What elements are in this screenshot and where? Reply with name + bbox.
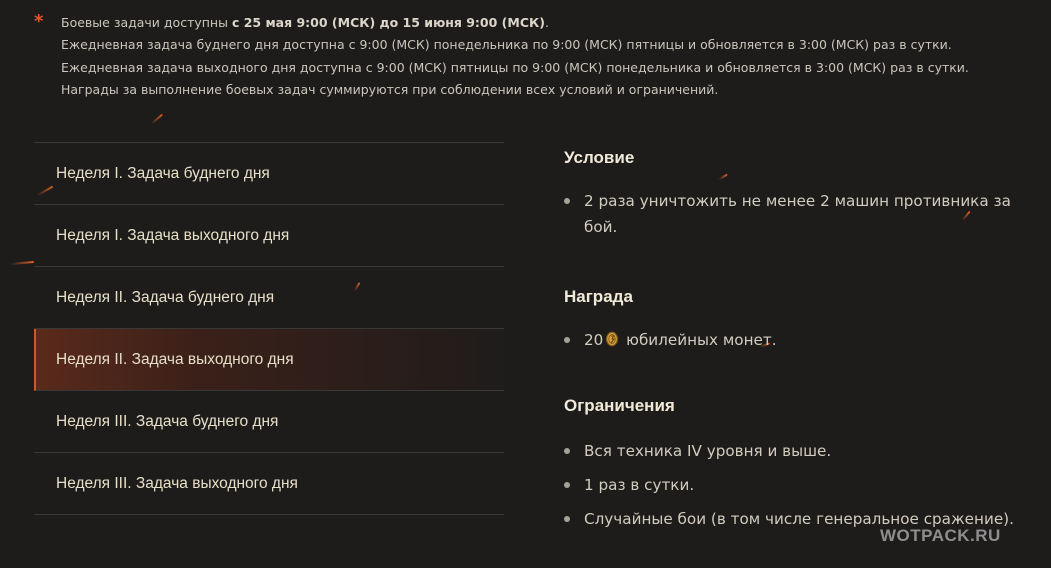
task-item-week2-weekend[interactable]: Неделя II. Задача выходного дня [34,329,504,391]
task-list: Неделя I. Задача буднего дня Неделя I. З… [34,142,504,515]
limit-item: 1 раз в сутки. [564,472,1034,498]
reward-amount: 20 [584,331,604,349]
task-item-label: Неделя I. Задача выходного дня [56,226,290,244]
condition-title: Условие [564,148,635,167]
task-item-label: Неделя III. Задача выходного дня [56,474,298,492]
limit-item: Вся техника IV уровня и выше. [564,438,1034,464]
ember-spark [9,260,35,266]
note-line-rewards: Награды за выполнение боевых задач сумми… [61,82,719,98]
condition-item: 2 раза уничтожить не менее 2 машин проти… [564,188,1034,240]
task-item-label: Неделя I. Задача буднего дня [56,164,270,182]
task-item-label: Неделя III. Задача буднего дня [56,412,279,430]
task-item-week1-weekday[interactable]: Неделя I. Задача буднего дня [34,143,504,205]
jubilee-coin-icon [605,329,619,347]
reward-title: Награда [564,287,633,306]
task-item-label: Неделя II. Задача буднего дня [56,288,275,306]
note-period-suffix: . [544,15,549,30]
task-item-week1-weekend[interactable]: Неделя I. Задача выходного дня [34,205,504,267]
task-item-week3-weekend[interactable]: Неделя III. Задача выходного дня [34,453,504,515]
note-line-weekend: Ежедневная задача выходного дня доступна… [61,59,969,75]
site-watermark: WOTPACK.RU [880,526,1001,545]
note-period-dates: с 25 мая 9:00 (МСК) до 15 июня 9:00 (МСК… [231,15,545,30]
reward-text: юбилейных монет. [626,331,777,349]
note-line-period: Боевые задачи доступны с 25 мая 9:00 (МС… [61,12,1024,34]
note-asterisk: * [34,11,44,32]
task-item-week2-weekday[interactable]: Неделя II. Задача буднего дня [34,267,504,329]
note-period-prefix: Боевые задачи доступны [61,15,232,30]
task-item-week3-weekday[interactable]: Неделя III. Задача буднего дня [34,391,504,453]
ember-spark [150,113,164,125]
limits-title: Ограничения [564,396,675,415]
note-line-weekday: Ежедневная задача буднего дня доступна с… [61,37,952,53]
task-detail: Условие 2 раза уничтожить не менее 2 маш… [564,140,1034,532]
reward-item: 20 юбилейных монет. [564,327,1034,353]
task-item-label: Неделя II. Задача выходного дня [56,350,294,368]
availability-notes: * Боевые задачи доступны с 25 мая 9:00 (… [34,12,1024,102]
